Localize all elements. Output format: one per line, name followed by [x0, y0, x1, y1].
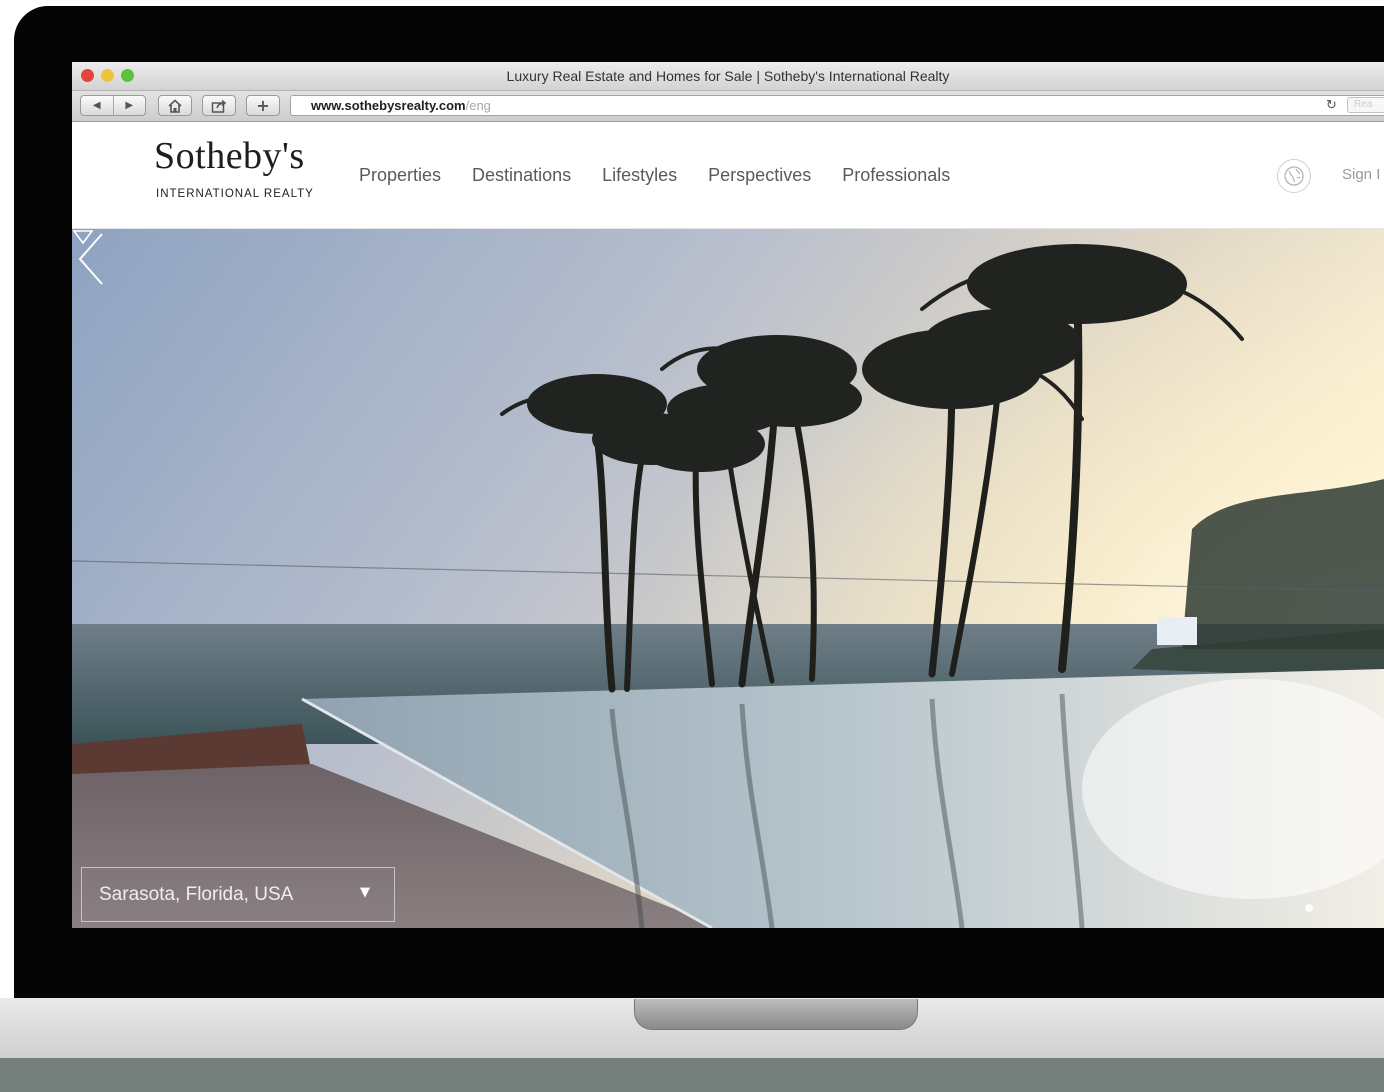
back-forward-buttons: ◀ ▶	[80, 95, 146, 116]
hero-banner: Sarasota, Florida, USA ▼	[72, 229, 1384, 928]
back-icon[interactable]: ◀	[81, 100, 113, 111]
share-button[interactable]	[202, 95, 236, 116]
home-button[interactable]	[158, 95, 192, 116]
location-dropdown[interactable]: Sarasota, Florida, USA ▼	[81, 867, 395, 922]
nav-item-lifestyles[interactable]: Lifestyles	[602, 165, 677, 186]
logo-subtitle: INTERNATIONAL REALTY	[156, 188, 314, 200]
sign-in-link[interactable]: Sign I	[1342, 166, 1380, 183]
location-label: Sarasota, Florida, USA	[99, 884, 294, 905]
triangle-down-icon[interactable]	[72, 229, 94, 245]
window-title: Luxury Real Estate and Homes for Sale | …	[506, 68, 950, 84]
globe-icon[interactable]	[1277, 159, 1311, 193]
globe-glyph	[1284, 166, 1304, 186]
hero-photo	[72, 229, 1384, 928]
nav-item-destinations[interactable]: Destinations	[472, 165, 571, 186]
slide-indicator-dot[interactable]	[1305, 904, 1313, 912]
address-bar[interactable]: www.sothebysrealty.com/eng	[290, 95, 1384, 116]
laptop-screen: Luxury Real Estate and Homes for Sale | …	[72, 62, 1384, 928]
caret-down-icon: ▼	[360, 885, 370, 900]
nav-item-properties[interactable]: Properties	[359, 165, 441, 186]
desk-surface	[0, 1058, 1384, 1092]
nav-item-perspectives[interactable]: Perspectives	[708, 165, 811, 186]
laptop-hinge-notch	[634, 999, 918, 1030]
home-icon	[168, 98, 182, 113]
site-header: Sotheby's INTERNATIONAL REALTY Propertie…	[72, 122, 1384, 229]
reload-icon[interactable]: ↻	[1326, 98, 1337, 113]
add-bookmark-button[interactable]: +	[246, 95, 280, 116]
logo-wordmark[interactable]: Sotheby's	[154, 134, 305, 178]
url-host: www.sothebysrealty.com	[311, 98, 466, 113]
forward-icon[interactable]: ▶	[113, 100, 145, 111]
browser-title-bar: Luxury Real Estate and Homes for Sale | …	[72, 62, 1384, 91]
browser-toolbar: ◀ ▶ + www.sothebysrealty.com/eng ↻ Rea	[72, 91, 1384, 122]
share-icon	[211, 99, 227, 113]
url-path: /eng	[465, 98, 491, 113]
add-icon: +	[256, 96, 270, 115]
reader-button[interactable]: Rea	[1347, 97, 1384, 113]
main-nav: Properties Destinations Lifestyles Persp…	[359, 165, 981, 186]
nav-item-professionals[interactable]: Professionals	[842, 165, 950, 186]
